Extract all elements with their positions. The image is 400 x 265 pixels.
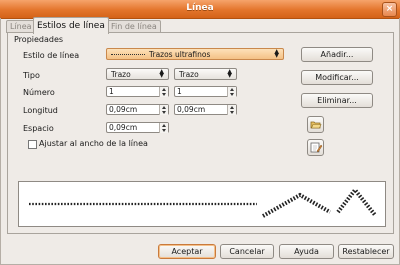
espacio-label: Espacio bbox=[23, 124, 54, 133]
save-styles-button[interactable] bbox=[307, 139, 324, 156]
section-title: Propiedades bbox=[14, 35, 64, 44]
tab-estilos-de-linea[interactable]: Estilos de línea bbox=[33, 17, 109, 34]
dashed-line-preview bbox=[29, 186, 377, 218]
longitud-field-2[interactable]: 0,09cm bbox=[174, 104, 237, 115]
numero-value-2: 1 bbox=[177, 87, 182, 96]
longitud-value-1: 0,09cm bbox=[109, 105, 138, 114]
stepper-icon[interactable] bbox=[159, 87, 168, 97]
longitud-label: Longitud bbox=[23, 106, 58, 115]
stepper-icon[interactable] bbox=[159, 105, 168, 115]
espacio-field[interactable]: 0,09cm bbox=[106, 122, 169, 133]
tipo-select-2[interactable]: Trazo ▲ ▼ bbox=[174, 68, 237, 80]
delete-button[interactable]: Eliminar... bbox=[301, 93, 373, 108]
reset-button[interactable]: Restablecer bbox=[338, 244, 394, 259]
longitud-value-2: 0,09cm bbox=[177, 105, 206, 114]
line-style-select[interactable]: Trazos ultrafinos ▲ ▼ bbox=[106, 48, 284, 60]
load-styles-button[interactable] bbox=[307, 116, 324, 133]
numero-label: Número bbox=[23, 88, 55, 97]
save-edit-icon bbox=[310, 142, 323, 153]
espacio-value: 0,09cm bbox=[109, 123, 138, 132]
line-styles-panel: Propiedades Estilo de línea Trazos ultra… bbox=[7, 32, 394, 234]
tipo-value-1: Trazo bbox=[111, 70, 131, 79]
cancel-button[interactable]: Cancelar bbox=[220, 244, 274, 259]
dash-preview-mini bbox=[111, 54, 145, 55]
select-arrows-icon: ▲ ▼ bbox=[274, 48, 279, 59]
select-arrows-icon: ▲ ▼ bbox=[227, 68, 232, 79]
add-button[interactable]: Añadir... bbox=[301, 47, 373, 62]
line-style-label: Estilo de línea bbox=[23, 51, 80, 60]
stepper-icon[interactable] bbox=[159, 123, 168, 133]
stepper-icon[interactable] bbox=[227, 87, 236, 97]
select-arrows-icon: ▲ ▼ bbox=[159, 68, 164, 79]
folder-open-icon bbox=[310, 121, 322, 129]
longitud-field-1[interactable]: 0,09cm bbox=[106, 104, 169, 115]
numero-field-2[interactable]: 1 bbox=[174, 86, 237, 97]
tipo-select-1[interactable]: Trazo ▲ ▼ bbox=[106, 68, 169, 80]
window-title: Línea bbox=[186, 3, 214, 13]
modify-button[interactable]: Modificar... bbox=[301, 70, 373, 85]
numero-field-1[interactable]: 1 bbox=[106, 86, 169, 97]
line-preview bbox=[18, 181, 386, 227]
tipo-label: Tipo bbox=[23, 71, 40, 80]
fit-checkbox-label: Ajustar al ancho de la línea bbox=[39, 139, 148, 148]
line-style-value: Trazos ultrafinos bbox=[149, 50, 211, 59]
close-icon: × bbox=[385, 4, 394, 14]
close-button[interactable]: × bbox=[382, 2, 397, 17]
help-button[interactable]: Ayuda bbox=[279, 244, 334, 259]
fit-checkbox[interactable] bbox=[28, 140, 37, 149]
tipo-value-2: Trazo bbox=[179, 70, 199, 79]
numero-value-1: 1 bbox=[109, 87, 114, 96]
stepper-icon[interactable] bbox=[227, 105, 236, 115]
accept-button[interactable]: Aceptar bbox=[158, 244, 216, 259]
